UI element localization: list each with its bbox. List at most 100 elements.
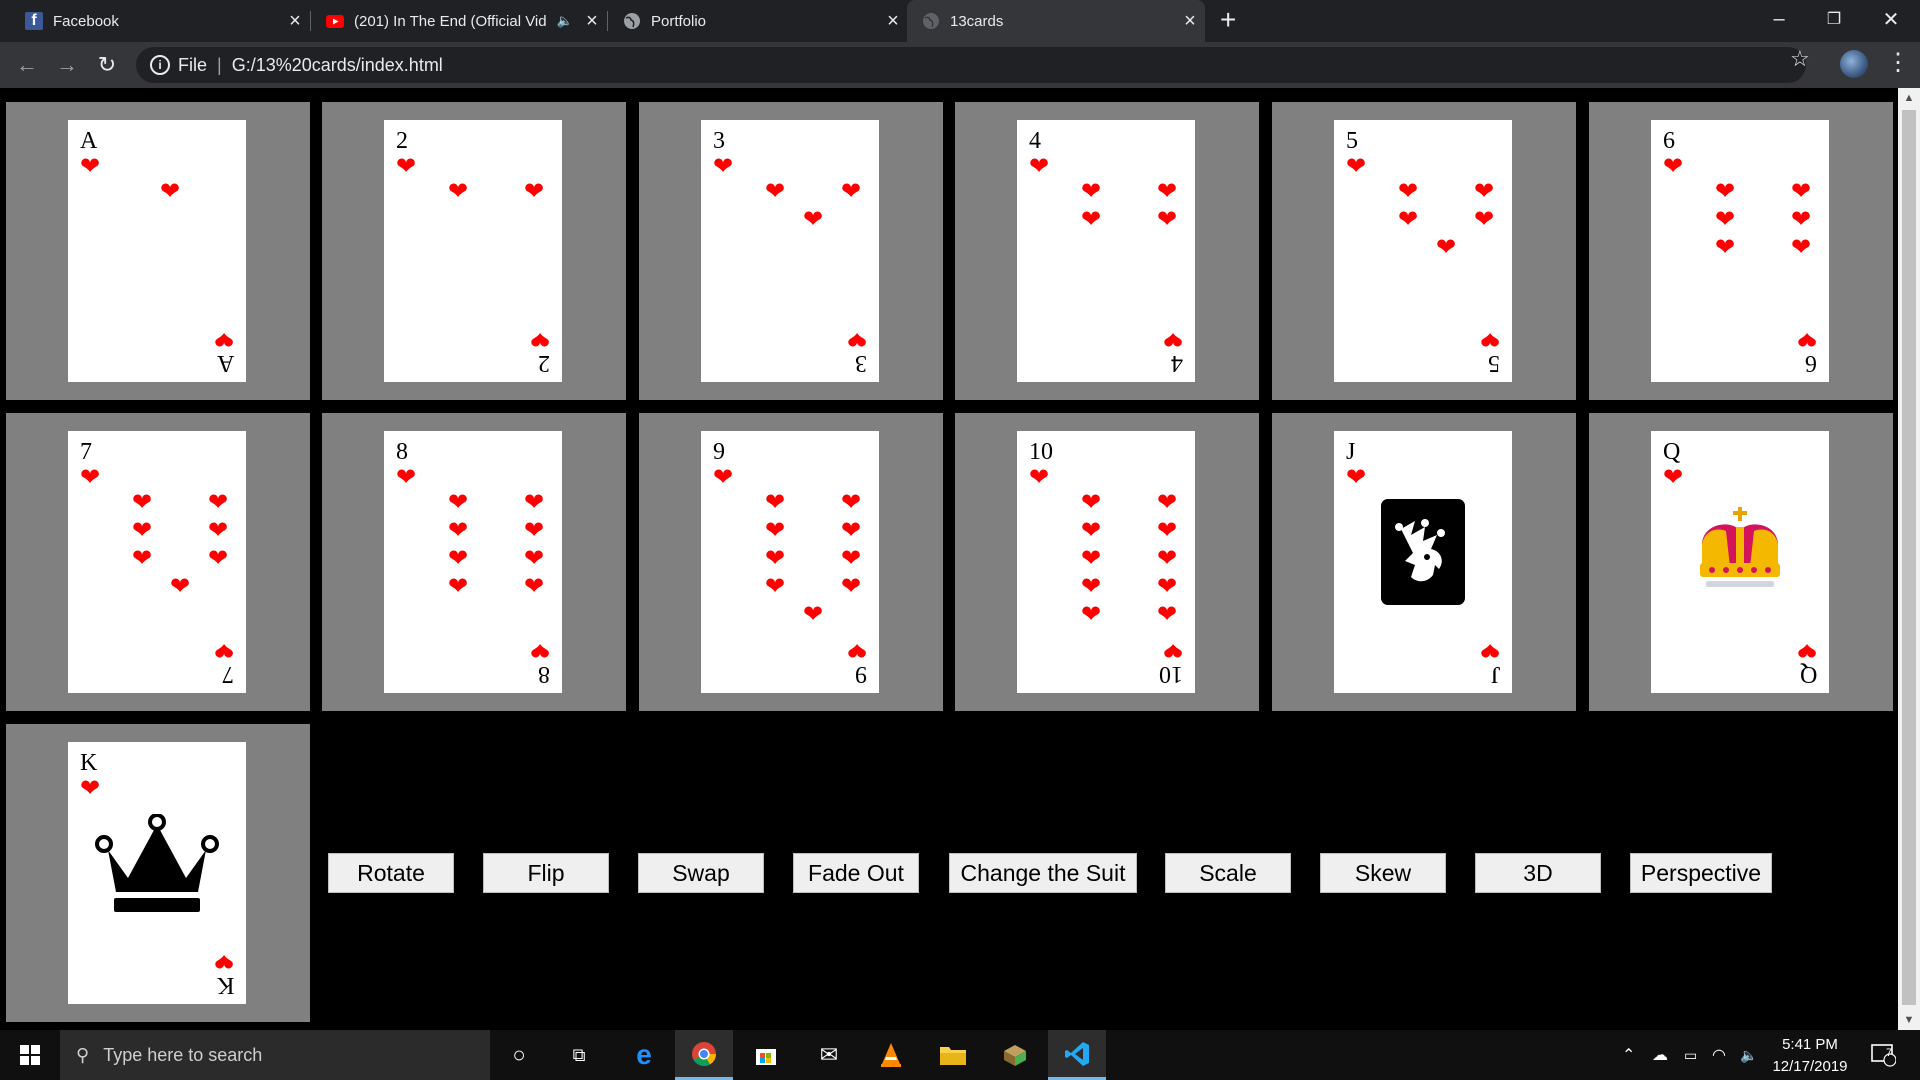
file-explorer-icon[interactable] [924, 1030, 982, 1080]
card-rank-top: A [80, 128, 98, 154]
action-center-icon[interactable]: 7 [1870, 1030, 1896, 1080]
playing-card[interactable]: Q ❤ Q ❤ [1651, 431, 1829, 693]
system-clock[interactable]: 5:41 PM 12/17/2019 [1760, 1034, 1860, 1078]
card-rank-top: Q [1663, 439, 1681, 465]
change-suit-button[interactable]: Change the Suit [949, 853, 1137, 893]
tab-13cards[interactable]: 13cards × [907, 0, 1205, 42]
vlc-icon[interactable] [862, 1030, 920, 1080]
heart-pip-icon: ❤ [1473, 206, 1495, 233]
heart-icon: ❤ [713, 153, 734, 180]
speaker-muted-icon[interactable]: 🔈 [557, 13, 573, 29]
playing-card[interactable]: 8 ❤ 8 ❤ ❤ ❤ ❤ ❤ ❤ ❤ ❤ ❤ [384, 431, 562, 693]
task-view-icon[interactable]: ⧉ [550, 1030, 608, 1080]
crown-icon [1692, 505, 1788, 606]
battery-icon[interactable]: ▭ [1684, 1030, 1697, 1080]
playing-card[interactable]: 4 ❤ 4 ❤ ❤ ❤ ❤ ❤ [1017, 120, 1195, 382]
skew-button[interactable]: Skew [1320, 853, 1446, 893]
flip-button[interactable]: Flip [483, 853, 609, 893]
tab-close-icon[interactable]: × [577, 10, 607, 33]
heart-pip-icon: ❤ [1156, 573, 1178, 600]
tab-close-icon[interactable]: × [1175, 10, 1205, 33]
info-icon[interactable]: i [150, 55, 170, 75]
heart-pip-icon: ❤ [1080, 206, 1102, 233]
heart-pip-icon: ❤ [840, 489, 862, 516]
close-window-icon[interactable]: ✕ [1862, 0, 1920, 38]
heart-icon: ❤ [80, 775, 101, 802]
browser-menu-icon[interactable]: ⋮ [1886, 48, 1910, 78]
package-app-icon[interactable] [986, 1030, 1044, 1080]
playing-card[interactable]: 9 ❤ 9 ❤ ❤ ❤ ❤ ❤ ❤ ❤ ❤ ❤ ❤ [701, 431, 879, 693]
tab-title: 13cards [950, 12, 1004, 30]
reload-icon[interactable]: ↻ [92, 50, 122, 80]
store-icon[interactable] [737, 1030, 795, 1080]
edge-icon[interactable]: e [615, 1030, 673, 1080]
minimize-icon[interactable]: – [1750, 0, 1808, 38]
heart-icon: ❤ [1346, 464, 1367, 491]
volume-icon[interactable]: 🔈 [1740, 1030, 1757, 1080]
perspective-button[interactable]: Perspective [1630, 853, 1772, 893]
heart-pip-icon: ❤ [523, 489, 545, 516]
3d-button[interactable]: 3D [1475, 853, 1601, 893]
new-tab-icon[interactable]: + [1220, 4, 1236, 36]
scrollbar-thumb[interactable] [1902, 110, 1916, 1005]
heart-icon: ❤ [213, 325, 234, 352]
tab-facebook[interactable]: f Facebook × [0, 0, 310, 42]
search-placeholder: Type here to search [103, 1044, 263, 1065]
onedrive-icon[interactable]: ☁ [1652, 1030, 1668, 1080]
card-rank-top: 10 [1029, 439, 1053, 465]
forward-icon[interactable]: → [52, 50, 82, 80]
tab-close-icon[interactable]: × [878, 10, 908, 33]
tab-close-icon[interactable]: × [280, 10, 310, 33]
tab-portfolio[interactable]: Portfolio × [608, 0, 908, 42]
playing-card[interactable]: A ❤ A ❤ ❤ [68, 120, 246, 382]
playing-card[interactable]: 5 ❤ 5 ❤ ❤ ❤ ❤ ❤ ❤ [1334, 120, 1512, 382]
address-url: G:/13%20cards/index.html [231, 54, 443, 75]
playing-card[interactable]: 3 ❤ 3 ❤ ❤ ❤ ❤ [701, 120, 879, 382]
tab-youtube[interactable]: (201) In The End (Official Vid 🔈 × [311, 0, 607, 42]
heart-pip-icon: ❤ [1080, 545, 1102, 572]
card-slot: 7 ❤ 7 ❤ ❤ ❤ ❤ ❤ ❤ ❤ ❤ [6, 413, 310, 711]
taskbar-search-box[interactable]: ⚲ Type here to search [60, 1030, 490, 1080]
card-slot: 10 ❤ 10 ❤ ❤ ❤ ❤ ❤ ❤ ❤ ❤ ❤ ❤ ❤ [955, 413, 1259, 711]
heart-pip-icon: ❤ [1080, 573, 1102, 600]
rotate-button[interactable]: Rotate [328, 853, 454, 893]
swap-button[interactable]: Swap [638, 853, 764, 893]
windows-start-icon[interactable] [0, 1030, 60, 1080]
back-icon[interactable]: ← [12, 50, 42, 80]
playing-card[interactable]: 2 ❤ 2 ❤ ❤ ❤ [384, 120, 562, 382]
heart-icon: ❤ [80, 153, 101, 180]
card-slot: 9 ❤ 9 ❤ ❤ ❤ ❤ ❤ ❤ ❤ ❤ ❤ ❤ [639, 413, 943, 711]
vscode-icon[interactable] [1048, 1030, 1106, 1080]
scroll-down-icon[interactable]: ▼ [1898, 1010, 1920, 1030]
playing-card[interactable]: K ❤ K ❤ [68, 742, 246, 1004]
restore-icon[interactable]: ❐ [1805, 0, 1863, 38]
address-bar[interactable]: i File | G:/13%20cards/index.html [136, 47, 1806, 83]
profile-avatar[interactable] [1840, 50, 1868, 78]
card-rank-top: 6 [1663, 128, 1675, 154]
heart-pip-icon: ❤ [159, 178, 181, 205]
heart-pip-icon: ❤ [207, 517, 229, 544]
card-slot: J ❤ J ❤ [1272, 413, 1576, 711]
scroll-up-icon[interactable]: ▲ [1898, 88, 1920, 108]
king-crown-icon [92, 813, 222, 919]
heart-pip-icon: ❤ [840, 517, 862, 544]
playing-card[interactable]: 7 ❤ 7 ❤ ❤ ❤ ❤ ❤ ❤ ❤ ❤ [68, 431, 246, 693]
mail-icon[interactable]: ✉ [800, 1030, 858, 1080]
playing-card[interactable]: 6 ❤ 6 ❤ ❤ ❤ ❤ ❤ ❤ ❤ [1651, 120, 1829, 382]
fade-out-button[interactable]: Fade Out [793, 853, 919, 893]
cortana-icon[interactable]: ○ [490, 1030, 548, 1080]
chrome-icon[interactable] [675, 1030, 733, 1080]
playing-card[interactable]: 10 ❤ 10 ❤ ❤ ❤ ❤ ❤ ❤ ❤ ❤ ❤ ❤ ❤ [1017, 431, 1195, 693]
notification-count: 7 [1886, 1047, 1893, 1059]
card-rank-top: 2 [396, 128, 408, 154]
heart-pip-icon: ❤ [1080, 178, 1102, 205]
scale-button[interactable]: Scale [1165, 853, 1291, 893]
heart-pip-icon: ❤ [1397, 178, 1419, 205]
wifi-icon[interactable]: ◠ [1712, 1030, 1726, 1080]
playing-card[interactable]: J ❤ J ❤ [1334, 431, 1512, 693]
tab-title: Portfolio [651, 12, 707, 30]
card-slot: 5 ❤ 5 ❤ ❤ ❤ ❤ ❤ ❤ [1272, 102, 1576, 400]
heart-pip-icon: ❤ [207, 489, 229, 516]
show-hidden-icons[interactable]: ⌃ [1622, 1030, 1635, 1080]
vertical-scrollbar[interactable]: ▲ ▼ [1898, 88, 1920, 1030]
